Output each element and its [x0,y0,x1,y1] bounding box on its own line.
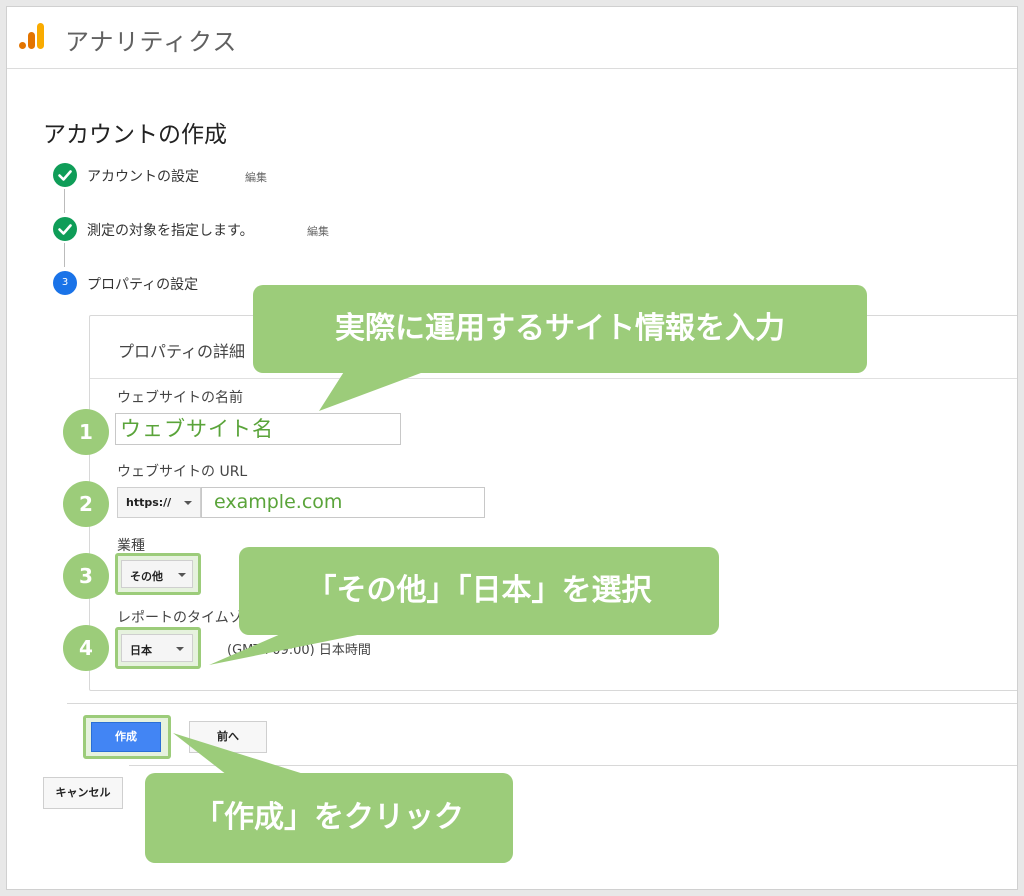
site-name-input[interactable]: ウェブサイト名 [115,413,401,445]
country-dropdown[interactable]: 日本 [121,634,193,662]
chevron-down-icon [184,501,192,505]
edit-link[interactable]: 編集 [307,223,329,239]
step-number-badge: 3 [53,271,77,295]
callout-enter-site-info: 実際に運用するサイト情報を入力 [253,285,867,373]
card-title: プロパティの詳細 [118,342,246,361]
check-icon [53,217,77,241]
step-number-badge: 1 [63,409,109,455]
section-divider [67,703,1017,704]
industry-value: その他 [130,570,163,583]
industry-dropdown[interactable]: その他 [121,560,193,588]
page-title: アカウントの作成 [43,122,227,148]
card-divider [90,378,1017,379]
check-icon [53,163,77,187]
step-label: プロパティの設定 [87,277,199,293]
step-connector [64,189,65,213]
callout-pointer [319,367,437,411]
app-bar: アナリティクス [7,7,1017,69]
callout-click-create: 「作成」をクリック [145,773,513,863]
edit-link[interactable]: 編集 [245,169,267,185]
create-button[interactable]: 作成 [91,722,161,752]
site-name-label: ウェブサイトの名前 [117,390,243,406]
step-number-badge: 3 [63,553,109,599]
industry-label: 業種 [117,538,145,554]
step-number-badge: 2 [63,481,109,527]
country-value: 日本 [130,644,152,657]
step-label: 測定の対象を指定します。 [87,223,254,239]
protocol-dropdown[interactable]: https:// [117,487,201,518]
protocol-value: https:// [126,496,172,509]
site-url-label: ウェブサイトの URL [117,464,248,480]
step-connector [64,243,65,267]
app-title: アナリティクス [65,28,238,56]
analytics-logo-icon [19,23,44,49]
cancel-button[interactable]: キャンセル [43,777,123,809]
screenshot-frame: アナリティクス アカウントの作成 アカウントの設定 編集 測定の対象を指定します… [6,6,1018,890]
chevron-down-icon [178,573,186,577]
chevron-down-icon [176,647,184,651]
step-label: アカウントの設定 [87,169,199,185]
site-url-input[interactable]: example.com [201,487,485,518]
step-number-badge: 4 [63,625,109,671]
callout-select-options: 「その他」「日本」を選択 [239,547,719,635]
